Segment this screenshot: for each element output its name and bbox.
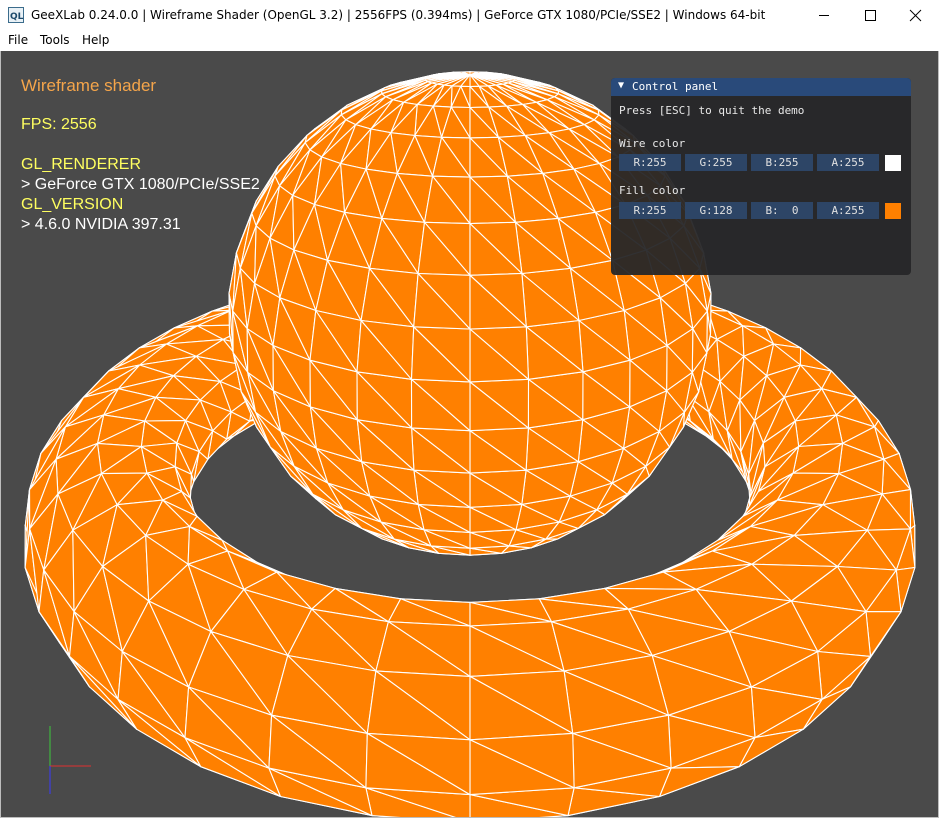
fill-b-field[interactable]: B: 0 [751, 202, 813, 219]
gl-renderer-value: > GeForce GTX 1080/PCIe/SSE2 [21, 176, 260, 193]
close-button[interactable] [893, 0, 939, 31]
quit-hint: Press [ESC] to quit the demo [619, 104, 805, 117]
gl-renderer-label: GL_RENDERER [21, 156, 142, 173]
wire-a-field[interactable]: A:255 [817, 154, 879, 171]
gl-version-value: > 4.6.0 NVIDIA 397.31 [21, 216, 181, 233]
wire-color-swatch[interactable] [885, 155, 901, 171]
fill-a-field[interactable]: A:255 [817, 202, 879, 219]
wire-r-field[interactable]: R:255 [619, 154, 681, 171]
menu-bar: File Tools Help [0, 31, 939, 51]
control-panel-title: Control panel [632, 80, 719, 93]
window-title: GeeXLab 0.24.0.0 | Wireframe Shader (Ope… [31, 8, 766, 22]
close-icon [909, 9, 922, 22]
demo-title: Wireframe shader [21, 76, 157, 95]
minimize-icon [819, 15, 829, 16]
gl-version-label: GL_VERSION [21, 196, 124, 213]
fill-color-label: Fill color [619, 184, 686, 197]
wire-b-field[interactable]: B:255 [751, 154, 813, 171]
render-viewport[interactable]: Wireframe shader FPS: 2556 GL_RENDERER >… [1, 51, 938, 817]
axis-gizmo [49, 726, 91, 794]
menu-help[interactable]: Help [82, 33, 109, 47]
fps-counter: FPS: 2556 [21, 116, 97, 133]
maximize-button[interactable] [847, 0, 893, 31]
wire-g-field[interactable]: G:255 [685, 154, 747, 171]
menu-file[interactable]: File [8, 33, 28, 47]
fill-color-swatch[interactable] [885, 203, 901, 219]
control-panel-header[interactable]: ▼ Control panel [611, 78, 911, 96]
collapse-arrow-icon[interactable]: ▼ [618, 80, 624, 91]
wire-color-label: Wire color [619, 137, 686, 150]
fill-r-field[interactable]: R:255 [619, 202, 681, 219]
title-bar: QL GeeXLab 0.24.0.0 | Wireframe Shader (… [0, 0, 939, 31]
fill-g-field[interactable]: G:128 [685, 202, 747, 219]
control-panel: ▼ Control panel Press [ESC] to quit the … [611, 78, 911, 275]
window-border-left [0, 51, 1, 818]
svg-text:QL: QL [10, 12, 24, 22]
menu-tools[interactable]: Tools [40, 33, 70, 47]
maximize-icon [865, 10, 876, 21]
geexlab-app-icon: QL [8, 7, 24, 23]
minimize-button[interactable] [801, 0, 847, 31]
